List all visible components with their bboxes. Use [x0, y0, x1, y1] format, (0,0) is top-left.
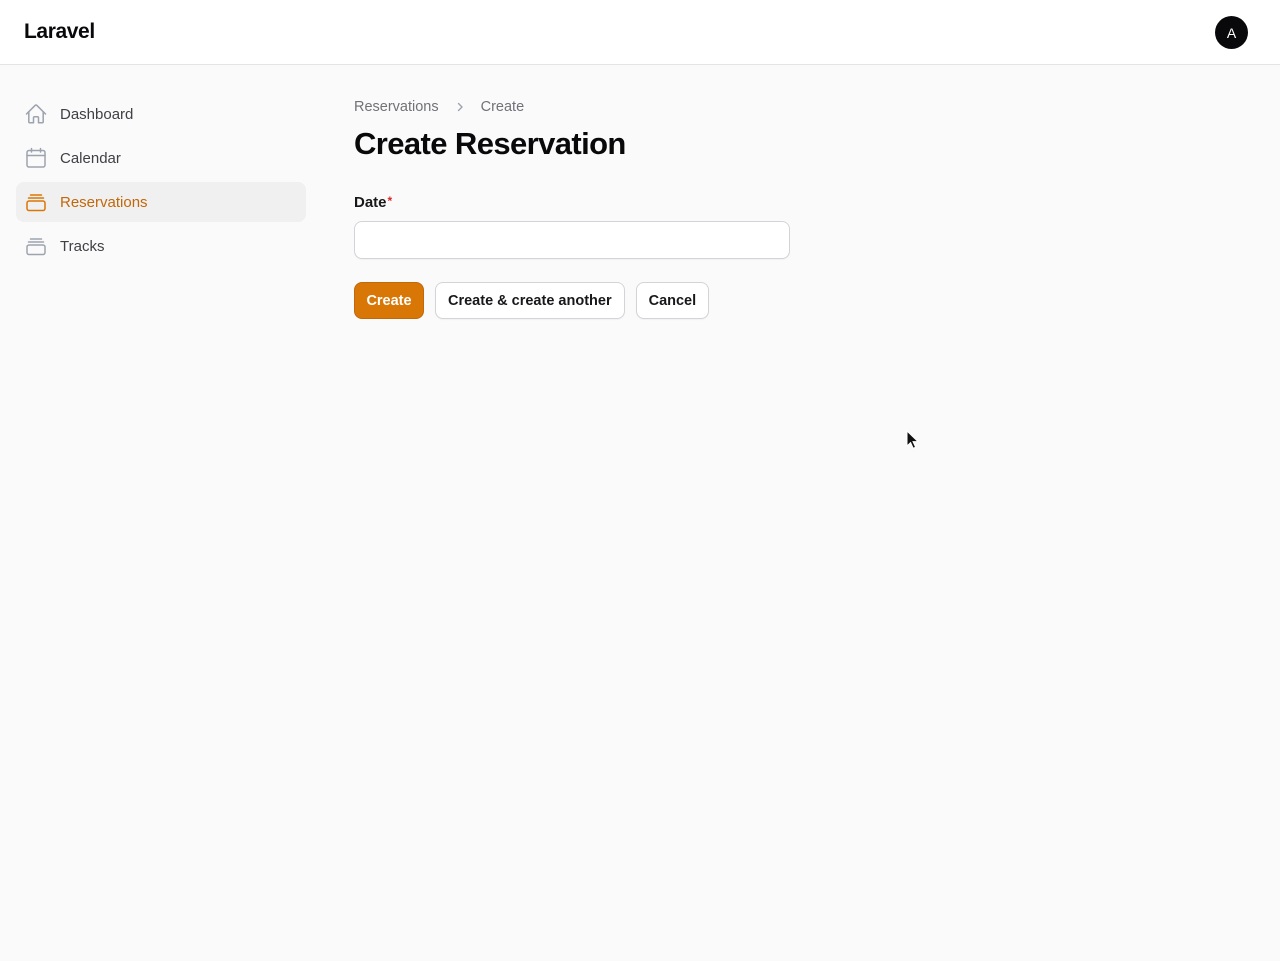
- create-button[interactable]: Create: [354, 282, 424, 319]
- rectangle-stack-icon: [24, 190, 48, 214]
- breadcrumb-item-create: Create: [480, 99, 525, 115]
- calendar-icon: [24, 146, 48, 170]
- sidebar: Dashboard Calendar Reservations Tracks: [16, 94, 306, 270]
- chevron-right-icon: [454, 101, 466, 113]
- sidebar-item-tracks[interactable]: Tracks: [16, 226, 306, 266]
- date-input[interactable]: [354, 221, 790, 259]
- home-icon: [24, 102, 48, 126]
- cancel-button[interactable]: Cancel: [635, 282, 710, 319]
- mouse-cursor-icon: [906, 430, 920, 449]
- sidebar-item-label: Reservations: [60, 193, 148, 211]
- top-bar: Laravel A: [0, 0, 1280, 65]
- sidebar-item-label: Tracks: [60, 237, 105, 255]
- sidebar-item-calendar[interactable]: Calendar: [16, 138, 306, 178]
- brand-logo[interactable]: Laravel: [24, 20, 95, 44]
- sidebar-item-label: Calendar: [60, 149, 121, 167]
- page-title: Create Reservation: [354, 126, 626, 161]
- sidebar-item-reservations[interactable]: Reservations: [16, 182, 306, 222]
- date-field-label: Date*: [354, 194, 1254, 211]
- form-actions: Create Create & create another Cancel: [354, 282, 1254, 319]
- required-marker: *: [387, 194, 393, 208]
- sidebar-item-dashboard[interactable]: Dashboard: [16, 94, 306, 134]
- breadcrumb-item-reservations[interactable]: Reservations: [354, 99, 439, 115]
- user-avatar[interactable]: A: [1215, 16, 1248, 49]
- date-label-text: Date: [354, 194, 387, 211]
- rectangle-stack-icon: [24, 234, 48, 258]
- breadcrumb: Reservations Create: [354, 96, 1254, 118]
- sidebar-item-label: Dashboard: [60, 105, 134, 123]
- create-another-button[interactable]: Create & create another: [435, 282, 625, 319]
- main-content: Reservations Create Create Reservation D…: [354, 96, 1254, 319]
